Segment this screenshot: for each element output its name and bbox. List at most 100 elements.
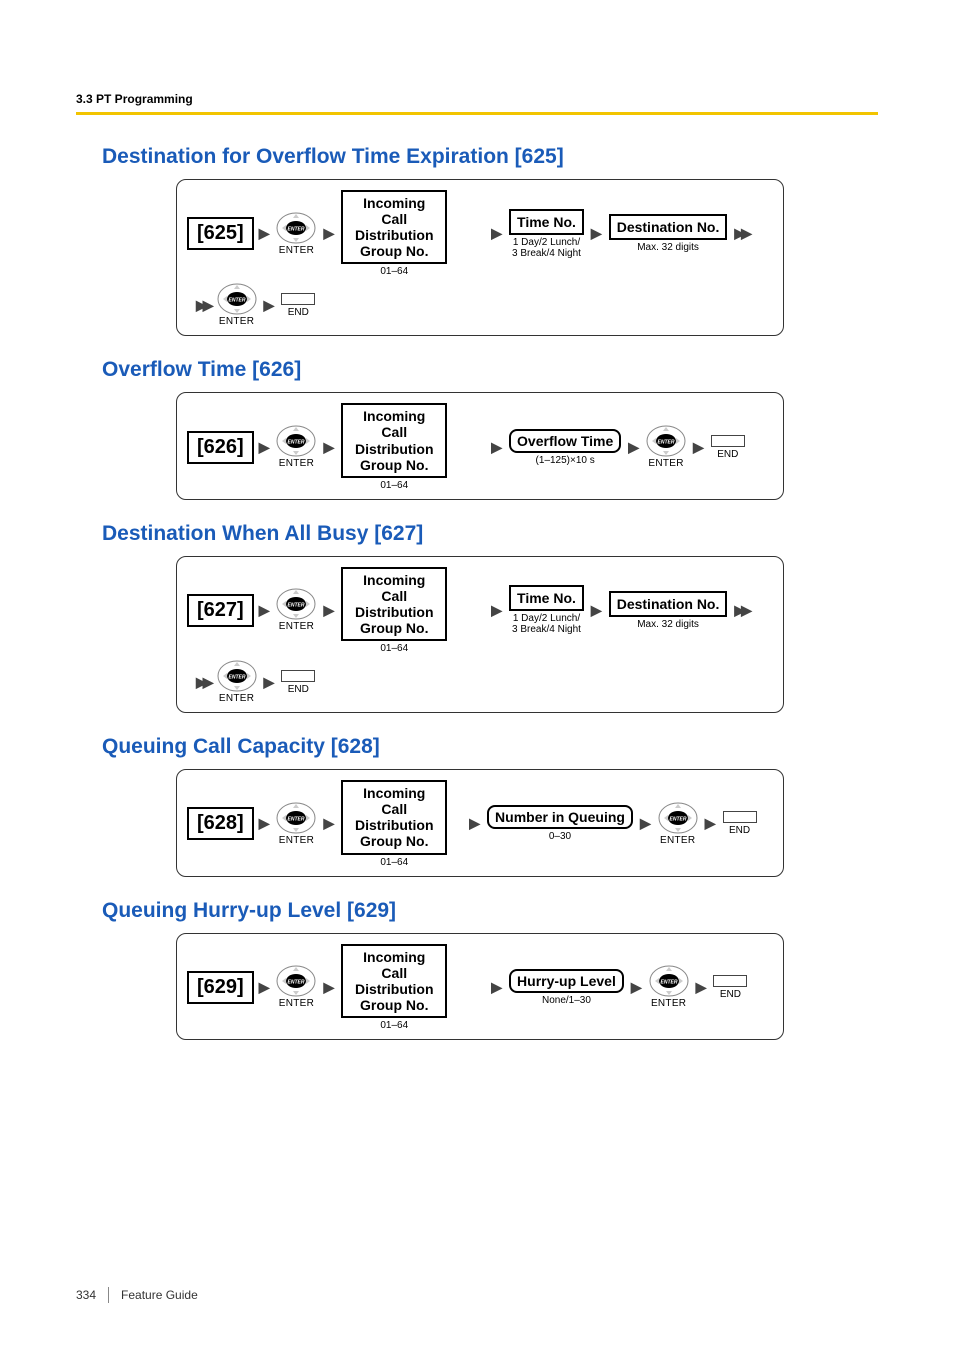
enter-icon: ENTER	[217, 660, 257, 692]
enter-icon: ENTER	[276, 802, 316, 834]
end-label: END	[288, 684, 309, 695]
hurry-level-sub: None/1–30	[542, 995, 591, 1006]
arrow-icon: ▶	[628, 439, 639, 456]
enter-label: ENTER	[276, 621, 316, 632]
double-arrow-icon: ▶▶	[734, 602, 748, 619]
svg-text:ENTER: ENTER	[228, 298, 245, 304]
program-code: [626]	[187, 431, 254, 464]
svg-text:ENTER: ENTER	[660, 980, 677, 986]
overflow-time-step: Overflow Time (1–125)×10 s	[509, 429, 621, 466]
icd-range: 01–64	[380, 857, 408, 868]
enter-button-group: ENTER ENTER	[276, 802, 316, 846]
arrow-icon: ▶	[264, 297, 275, 314]
arrow-icon: ▶	[259, 602, 270, 619]
hurry-level-box: Hurry-up Level	[509, 969, 624, 993]
arrow-icon: ▶	[259, 439, 270, 456]
time-no-sub: 1 Day/2 Lunch/3 Break/4 Night	[512, 613, 581, 635]
enter-icon: ENTER	[276, 425, 316, 457]
icd-group-box: Incoming CallDistributionGroup No.	[341, 403, 447, 477]
enter-button-group: ENTER ENTER	[276, 965, 316, 1009]
end-label: END	[288, 307, 309, 318]
icd-group-box: Incoming CallDistributionGroup No.	[341, 780, 447, 854]
program-code: [627]	[187, 594, 254, 627]
program-code: [629]	[187, 971, 254, 1004]
arrow-icon: ▶	[323, 225, 334, 242]
enter-label: ENTER	[658, 835, 698, 846]
end-label: END	[717, 449, 738, 460]
program-code: [628]	[187, 807, 254, 840]
enter-label: ENTER	[276, 998, 316, 1009]
enter-label: ENTER	[217, 693, 257, 704]
arrow-icon: ▶	[696, 979, 707, 996]
page-footer: 334 Feature Guide	[76, 1287, 198, 1303]
icd-group-box: Incoming CallDistributionGroup No.	[341, 944, 447, 1018]
flow-629: [629] ▶ ENTER ENTER ▶ Incoming CallDistr…	[176, 933, 784, 1040]
enter-label: ENTER	[276, 245, 316, 256]
enter-button-group: ENTER ENTER	[649, 965, 689, 1009]
dest-no-sub: Max. 32 digits	[637, 619, 699, 630]
dest-no-box: Destination No.	[609, 591, 728, 617]
arrow-icon: ▶	[264, 674, 275, 691]
double-arrow-icon: ▶▶	[196, 674, 210, 691]
hurry-level-step: Hurry-up Level None/1–30	[509, 969, 624, 1006]
end-input-icon	[281, 670, 315, 682]
icd-range: 01–64	[380, 643, 408, 654]
enter-label: ENTER	[276, 458, 316, 469]
icd-range: 01–64	[380, 266, 408, 277]
icd-group-step: Incoming CallDistributionGroup No. 01–64	[341, 403, 447, 490]
flow-625: [625] ▶ ENTER ENTER ▶ Incoming CallDistr…	[176, 179, 784, 336]
flow-627: [627] ▶ ENTER ENTER ▶ Incoming CallDistr…	[176, 556, 784, 713]
heading-628: Queuing Call Capacity [628]	[102, 735, 878, 759]
queue-num-box: Number in Queuing	[487, 805, 633, 829]
enter-icon: ENTER	[276, 588, 316, 620]
footer-guide: Feature Guide	[121, 1288, 198, 1302]
dest-no-step: Destination No. Max. 32 digits	[609, 214, 728, 253]
arrow-icon: ▶	[323, 815, 334, 832]
end-step: END	[281, 670, 315, 695]
flow-628: [628] ▶ ENTER ENTER ▶ Incoming CallDistr…	[176, 769, 784, 876]
dest-no-box: Destination No.	[609, 214, 728, 240]
overflow-time-sub: (1–125)×10 s	[536, 455, 595, 466]
end-step: END	[713, 975, 747, 1000]
end-label: END	[720, 989, 741, 1000]
dest-no-sub: Max. 32 digits	[637, 242, 699, 253]
arrow-icon: ▶	[491, 225, 502, 242]
enter-label: ENTER	[276, 835, 316, 846]
end-input-icon	[711, 435, 745, 447]
queue-num-sub: 0–30	[549, 831, 571, 842]
enter-icon: ENTER	[658, 802, 698, 834]
overflow-time-box: Overflow Time	[509, 429, 621, 453]
end-input-icon	[723, 811, 757, 823]
enter-icon: ENTER	[276, 965, 316, 997]
svg-text:ENTER: ENTER	[288, 440, 305, 446]
end-step: END	[281, 293, 315, 318]
arrow-icon: ▶	[491, 602, 502, 619]
enter-button-group: ENTER ENTER	[276, 212, 316, 256]
arrow-icon: ▶	[640, 815, 651, 832]
enter-button-group: ENTER ENTER	[276, 425, 316, 469]
arrow-icon: ▶	[631, 979, 642, 996]
heading-627: Destination When All Busy [627]	[102, 522, 878, 546]
arrow-icon: ▶	[259, 979, 270, 996]
icd-group-step: Incoming CallDistributionGroup No. 01–64	[341, 567, 447, 654]
enter-button-group: ENTER ENTER	[217, 283, 257, 327]
time-no-box: Time No.	[509, 209, 584, 235]
enter-icon: ENTER	[649, 965, 689, 997]
enter-icon: ENTER	[276, 212, 316, 244]
arrow-icon: ▶	[693, 439, 704, 456]
arrow-icon: ▶	[491, 979, 502, 996]
arrow-icon: ▶	[323, 439, 334, 456]
end-input-icon	[281, 293, 315, 305]
svg-text:ENTER: ENTER	[669, 816, 686, 822]
svg-text:ENTER: ENTER	[288, 603, 305, 609]
arrow-icon: ▶	[591, 225, 602, 242]
arrow-icon: ▶	[491, 439, 502, 456]
enter-label: ENTER	[649, 998, 689, 1009]
enter-button-group: ENTER ENTER	[646, 425, 686, 469]
icd-group-step: Incoming CallDistributionGroup No. 01–64	[341, 944, 447, 1031]
double-arrow-icon: ▶▶	[196, 297, 210, 314]
program-code: [625]	[187, 217, 254, 250]
svg-text:ENTER: ENTER	[288, 816, 305, 822]
icd-group-box: Incoming CallDistributionGroup No.	[341, 567, 447, 641]
end-step: END	[711, 435, 745, 460]
